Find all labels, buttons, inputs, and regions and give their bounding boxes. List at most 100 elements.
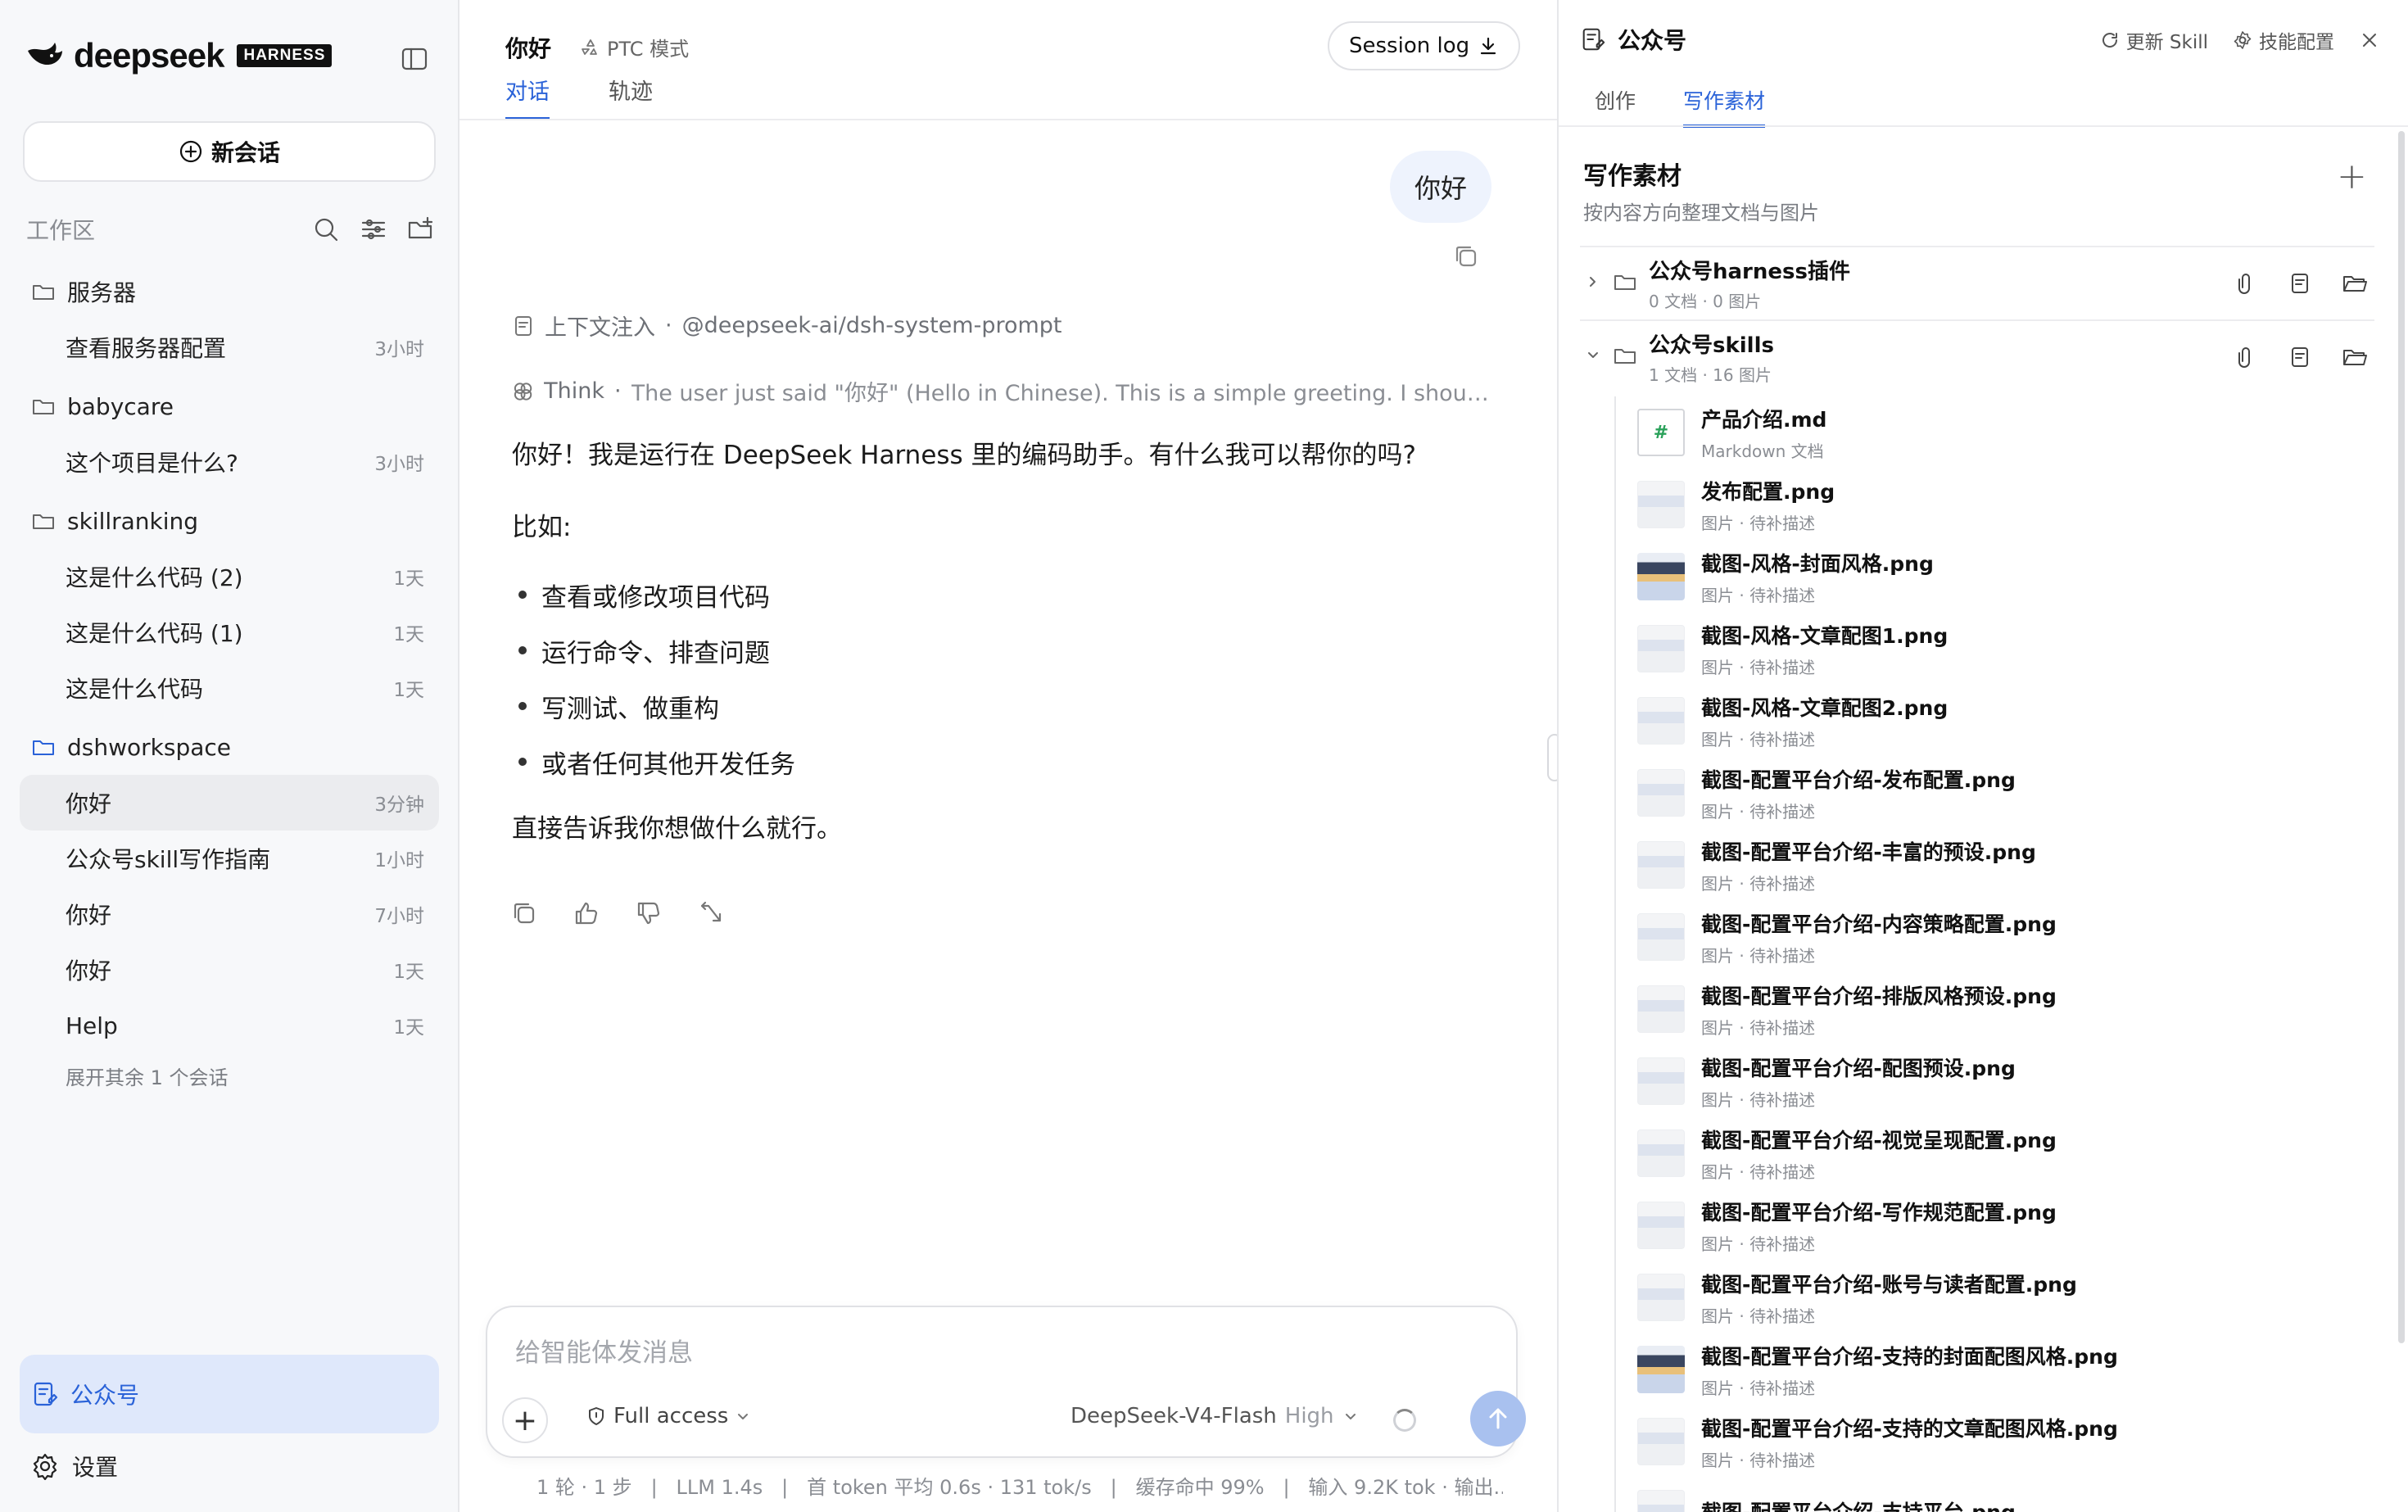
filter-icon[interactable] xyxy=(359,215,388,244)
material-file[interactable]: 截图-配置平台介绍-支持的封面配图风格.png 图片 · 待补描述 xyxy=(1616,1333,2351,1406)
session-time: 1天 xyxy=(393,680,424,701)
material-file[interactable]: 截图-配置平台介绍-视觉呈现配置.png 图片 · 待补描述 xyxy=(1616,1117,2351,1189)
material-file[interactable]: 截图-配置平台介绍-丰富的预设.png 图片 · 待补描述 xyxy=(1616,829,2351,901)
material-file[interactable]: 截图-配置平台介绍-支持的文章配图风格.png 图片 · 待补描述 xyxy=(1616,1406,2351,1478)
search-icon[interactable] xyxy=(311,215,341,244)
material-file[interactable]: 截图-配置平台介绍-排版风格预设.png 图片 · 待补描述 xyxy=(1616,973,2351,1045)
refresh-skill-button[interactable]: 更新 Skill xyxy=(2100,26,2208,54)
chevron-down-icon xyxy=(738,1414,749,1419)
context-injection[interactable]: 上下文注入 · @deepseek-ai/dsh-system-prompt xyxy=(512,310,1062,342)
workspace-group[interactable]: dshworkspace xyxy=(20,719,439,775)
skill-config-button[interactable]: 技能配置 xyxy=(2233,26,2334,54)
material-file[interactable]: 截图-配置平台介绍-发布配置.png 图片 · 待补描述 xyxy=(1616,757,2351,829)
mode-badge[interactable]: PTC 模式 xyxy=(581,33,689,61)
copy-icon[interactable] xyxy=(510,899,538,927)
run-stats: 1 轮 · 1 步 | LLM 1.4s | 首 token 平均 0.6s ·… xyxy=(536,1476,1503,1499)
document-icon[interactable] xyxy=(2288,345,2312,369)
copy-icon[interactable] xyxy=(1452,242,1480,274)
document-icon[interactable] xyxy=(2288,271,2312,296)
new-chat-button[interactable]: 新会话 xyxy=(23,121,436,182)
session-title: 这是什么代码 (2) xyxy=(66,564,243,591)
brand-badge: HARNESS xyxy=(237,44,333,67)
session-title: 这个项目是什么? xyxy=(66,450,238,477)
access-selector[interactable]: Full access xyxy=(586,1404,751,1428)
workspace-group[interactable]: 服务器 xyxy=(20,264,439,319)
panel-tabs: 创作 写作素材 xyxy=(1595,85,1766,128)
workspace-group[interactable]: skillranking xyxy=(20,493,439,549)
material-file[interactable]: 截图-配置平台介绍-支持平台.png xyxy=(1616,1478,2351,1512)
panel-scrollbar[interactable] xyxy=(2398,131,2405,1343)
material-file[interactable]: 截图-配置平台介绍-写作规范配置.png 图片 · 待补描述 xyxy=(1616,1189,2351,1261)
file-description: 图片 · 待补描述 xyxy=(1701,873,1816,894)
material-file[interactable]: 截图-配置平台介绍-账号与读者配置.png 图片 · 待补描述 xyxy=(1616,1261,2351,1333)
session-item[interactable]: 这是什么代码 1天 xyxy=(20,660,439,716)
model-selector[interactable]: DeepSeek-V4-Flash High xyxy=(1070,1404,1359,1428)
send-button[interactable] xyxy=(1470,1391,1526,1446)
folder-open-icon[interactable] xyxy=(2342,271,2368,296)
material-file[interactable]: 截图-风格-封面风格.png 图片 · 待补描述 xyxy=(1616,541,2351,613)
material-file-list: # 产品介绍.md Markdown 文档 发布配置.png 图片 · 待补描述 截图-风… xyxy=(1614,396,2351,1512)
image-thumbnail xyxy=(1637,1490,1685,1512)
user-message: 你好 xyxy=(1389,151,1491,223)
material-file[interactable]: 发布配置.png 图片 · 待补描述 xyxy=(1616,469,2351,541)
session-item[interactable]: 你好 7小时 xyxy=(20,886,439,942)
tab-materials[interactable]: 写作素材 xyxy=(1683,85,1766,128)
session-item[interactable]: 这是什么代码 (2) 1天 xyxy=(20,549,439,604)
paperclip-icon[interactable] xyxy=(2234,345,2258,369)
add-material-button[interactable]: + xyxy=(2337,156,2367,197)
material-file[interactable]: 截图-风格-文章配图2.png 图片 · 待补描述 xyxy=(1616,685,2351,757)
workspace-tree: 服务器 查看服务器配置 3小时 babycare 这个项目是什么? 3小时 skillran… xyxy=(20,264,439,1098)
file-name: 截图-配置平台介绍-排版风格预设.png xyxy=(1701,984,2057,1008)
material-folder[interactable]: 公众号skills 1 文档 · 16 图片 xyxy=(1580,319,2374,393)
folder-open-icon[interactable] xyxy=(2342,345,2368,369)
session-title: 你好 xyxy=(66,957,112,985)
session-time: 1天 xyxy=(393,962,424,983)
workspace-label: 工作区 xyxy=(26,217,96,244)
thumbs-down-icon[interactable] xyxy=(635,899,663,927)
file-description: Markdown 文档 xyxy=(1701,441,1824,461)
session-item[interactable]: 这个项目是什么? 3小时 xyxy=(20,434,439,490)
attach-button[interactable]: + xyxy=(502,1397,548,1443)
material-file[interactable]: # 产品介绍.md Markdown 文档 xyxy=(1616,396,2351,469)
session-item[interactable]: Help 1天 xyxy=(20,998,439,1053)
session-time: 3小时 xyxy=(374,339,424,360)
tab-conversation[interactable]: 对话 xyxy=(505,74,550,120)
new-chat-label: 新会话 xyxy=(210,139,280,166)
image-thumbnail xyxy=(1637,697,1685,745)
material-folder[interactable]: 公众号harness插件 0 文档 · 0 图片 xyxy=(1580,246,2374,319)
app-nav-label: 公众号 xyxy=(70,1382,140,1409)
branch-icon[interactable] xyxy=(697,899,725,927)
new-folder-icon[interactable] xyxy=(406,215,436,244)
file-name: 截图-配置平台介绍-支持的封面配图风格.png xyxy=(1701,1344,2118,1369)
tab-trajectory[interactable]: 轨迹 xyxy=(609,74,653,120)
material-file[interactable]: 截图-配置平台介绍-内容策略配置.png 图片 · 待补描述 xyxy=(1616,901,2351,973)
app-nav-gongzhonghao[interactable]: 公众号 xyxy=(20,1355,439,1433)
tab-create[interactable]: 创作 xyxy=(1595,85,1636,128)
settings-button[interactable]: 设置 xyxy=(31,1450,118,1483)
session-item[interactable]: 公众号skill写作指南 1小时 xyxy=(20,831,439,886)
workspace-group[interactable]: babycare xyxy=(20,378,439,434)
sidebar-toggle-icon[interactable] xyxy=(400,44,429,77)
message-input[interactable]: 给智能体发消息 xyxy=(515,1332,693,1369)
session-item[interactable]: 你好 1天 xyxy=(20,942,439,998)
session-item[interactable]: 查看服务器配置 3小时 xyxy=(20,319,439,375)
material-file[interactable]: 截图-风格-文章配图1.png 图片 · 待补描述 xyxy=(1616,613,2351,685)
shield-icon xyxy=(589,1407,604,1425)
expand-more-sessions[interactable]: 展开其余 1 个会话 xyxy=(20,1053,439,1098)
skill-panel: 公众号 更新 Skill 技能配置 创作 写作素材 写作素材 按内容方向整理文档… xyxy=(1557,0,2408,1512)
material-file[interactable]: 截图-配置平台介绍-配图预设.png 图片 · 待补描述 xyxy=(1616,1045,2351,1117)
close-icon[interactable] xyxy=(2359,29,2380,51)
session-item[interactable]: 这是什么代码 (1) 1天 xyxy=(20,604,439,660)
session-log-button[interactable]: Session log xyxy=(1328,21,1521,70)
paperclip-icon[interactable] xyxy=(2234,271,2258,296)
image-thumbnail xyxy=(1637,1418,1685,1465)
session-item[interactable]: 你好 3分钟 xyxy=(20,775,439,831)
file-name: 截图-配置平台介绍-账号与读者配置.png xyxy=(1701,1272,2077,1297)
thumbs-up-icon[interactable] xyxy=(573,899,600,927)
image-thumbnail xyxy=(1637,1202,1685,1249)
folder-meta: 0 文档 · 0 图片 xyxy=(1649,292,1762,311)
think-block[interactable]: Think · The user just said "你好" (Hello i… xyxy=(512,375,1495,407)
refresh-skill-label: 更新 Skill xyxy=(2125,32,2208,53)
brand-logo[interactable]: deepseek HARNESS xyxy=(25,36,333,75)
arrow-up-icon xyxy=(1489,1408,1507,1429)
